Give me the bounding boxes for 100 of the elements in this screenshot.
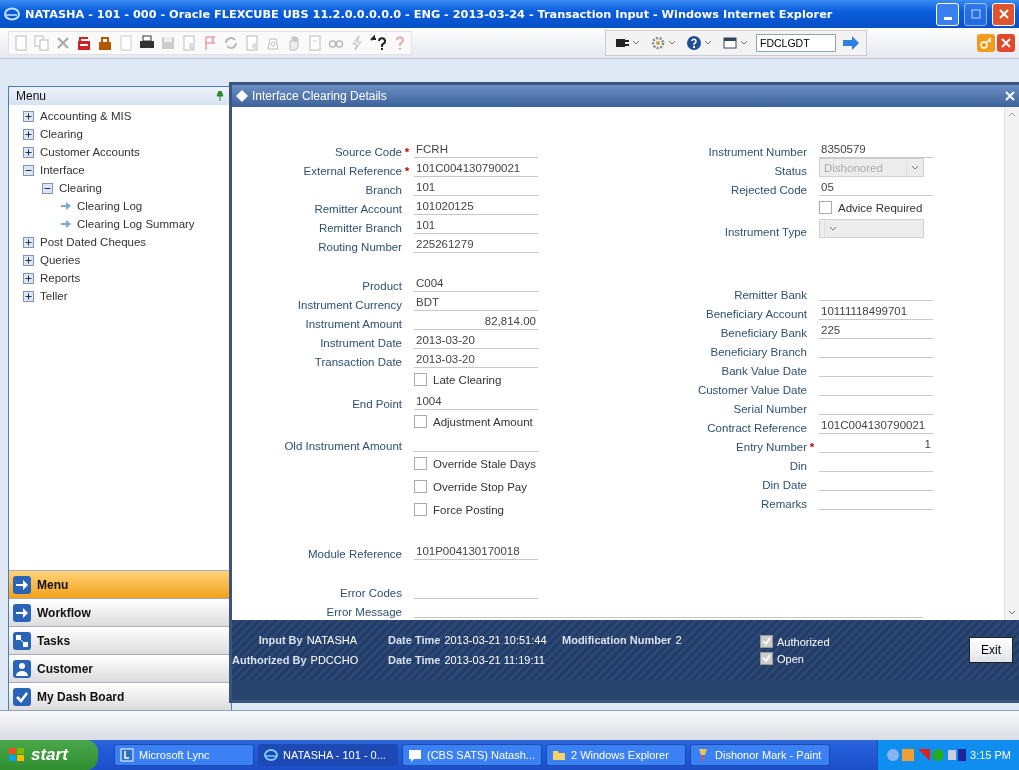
key-icon[interactable]	[977, 34, 995, 52]
input-field[interactable]: FCRH	[414, 140, 538, 158]
start-button[interactable]: start	[0, 740, 98, 770]
input-field[interactable]: 101C004130790021	[819, 416, 933, 434]
input-field[interactable]: 1	[819, 435, 933, 453]
money-bag-icon[interactable]	[265, 35, 281, 51]
checkbox[interactable]	[414, 415, 427, 428]
scroll-up-icon[interactable]	[1008, 111, 1016, 117]
taskbar-button[interactable]: 2 Windows Explorer	[546, 744, 686, 766]
menu-item[interactable]: Accounting & MIS	[40, 110, 132, 122]
checkbox[interactable]	[760, 635, 773, 648]
folder-icon	[552, 748, 566, 762]
input-field[interactable]: 05	[819, 178, 933, 196]
input-field[interactable]: 10111118499701	[819, 302, 933, 320]
lightning-icon[interactable]	[349, 35, 365, 51]
close-icon[interactable]	[1005, 91, 1015, 101]
expand-icon[interactable]	[23, 146, 34, 158]
input-field[interactable]: 101	[414, 216, 538, 234]
checkbox[interactable]	[414, 457, 427, 470]
nav-button[interactable]: My Dash Board	[9, 682, 231, 710]
close-button[interactable]	[992, 2, 1015, 26]
printer-icon[interactable]	[139, 35, 155, 51]
input-field[interactable]: 8350579	[819, 140, 933, 158]
menu-item[interactable]: Clearing Log	[77, 200, 143, 212]
flag-icon[interactable]	[202, 35, 218, 51]
input-field[interactable]: 101P004130170018	[414, 542, 538, 560]
nav-button[interactable]: Tasks	[9, 626, 231, 654]
expand-icon[interactable]	[23, 272, 34, 284]
expand-icon[interactable]	[23, 110, 34, 122]
maximize-button[interactable]	[964, 2, 987, 26]
page-icon[interactable]	[244, 35, 260, 51]
function-id-field[interactable]: FDCLGDT	[756, 34, 836, 52]
tray-icons-drawing[interactable]	[886, 747, 967, 763]
taskbar-button[interactable]: NATASHA - 101 - 0...	[258, 744, 398, 766]
input-field[interactable]: 101	[414, 178, 538, 196]
nav-button[interactable]: Customer	[9, 654, 231, 682]
input-field[interactable]: C004	[414, 274, 538, 292]
field-label: Branch	[364, 184, 402, 196]
menu-item[interactable]: Clearing	[59, 182, 102, 194]
menu-item[interactable]: Post Dated Cheques	[40, 236, 147, 248]
taskbar-button[interactable]: (CBS SATS) Natash...	[402, 744, 542, 766]
go-arrow-icon[interactable]	[842, 36, 860, 50]
field-label: Beneficiary Branch	[709, 346, 807, 358]
expand-icon[interactable]	[23, 290, 34, 302]
expand-icon[interactable]	[23, 236, 34, 248]
help-icon[interactable]	[684, 33, 714, 53]
menu-item[interactable]: Reports	[40, 272, 81, 284]
flag-icon	[8, 747, 26, 763]
menu-item[interactable]: Clearing	[40, 128, 83, 140]
refresh-icon[interactable]	[223, 35, 239, 51]
menu-item[interactable]: Teller	[40, 290, 68, 302]
hand-icon[interactable]	[286, 35, 302, 51]
input-field[interactable]: 2013-03-20	[414, 331, 538, 349]
audit-label: Authorized By	[232, 654, 307, 666]
menu-item[interactable]: Interface	[40, 164, 85, 176]
field-label: Instrument Date	[319, 337, 402, 349]
scroll-down-icon[interactable]	[1008, 610, 1016, 616]
exit-button[interactable]: Exit	[969, 637, 1013, 663]
pin-icon[interactable]	[216, 91, 224, 101]
checkbox[interactable]	[760, 652, 773, 665]
collapse-icon[interactable]	[23, 164, 34, 176]
copy-icon[interactable]	[34, 35, 50, 51]
collapse-icon[interactable]	[42, 182, 53, 194]
checkbox-label: Override Stale Days	[433, 457, 536, 470]
input-field[interactable]: 225	[819, 321, 933, 339]
checkbox[interactable]	[414, 503, 427, 516]
input-field[interactable]: 82,814.00	[414, 312, 538, 330]
page-icon[interactable]	[307, 35, 323, 51]
help-icon[interactable]	[370, 35, 386, 51]
checkbox-label: Authorized	[777, 635, 830, 648]
page-icon[interactable]	[181, 35, 197, 51]
audit-value: NATASHA	[306, 634, 357, 646]
taskbar-button[interactable]: Dishonor Mark - Paint	[690, 744, 830, 766]
minimize-button[interactable]	[936, 2, 959, 26]
expand-icon[interactable]	[23, 254, 34, 266]
field-label: Beneficiary Bank	[719, 327, 807, 339]
scrollbar[interactable]	[1004, 107, 1019, 620]
close-icon[interactable]	[997, 34, 1015, 52]
clock: 3:15 PM	[970, 749, 1011, 761]
delete-icon[interactable]	[55, 35, 71, 51]
menu-item[interactable]: Customer Accounts	[40, 146, 140, 158]
checkbox[interactable]	[414, 373, 427, 386]
input-field[interactable]: BDT	[414, 293, 538, 311]
checkbox[interactable]	[819, 201, 832, 214]
input-field[interactable]: 101C004130790021	[414, 159, 538, 177]
menu-item[interactable]: Queries	[40, 254, 81, 266]
save-icon[interactable]	[160, 35, 176, 51]
checkbox[interactable]	[414, 480, 427, 493]
nav-button[interactable]: Workflow	[9, 598, 231, 626]
input-field[interactable]: 225261279	[414, 235, 538, 253]
lock-icon[interactable]	[97, 35, 113, 51]
input-field[interactable]: 1004	[414, 392, 538, 410]
taskbar-button[interactable]: Microsoft Lync	[114, 744, 254, 766]
menu-item[interactable]: Clearing Log Summary	[77, 218, 195, 230]
nav-button[interactable]: Menu	[9, 570, 231, 598]
expand-icon[interactable]	[23, 128, 34, 140]
page-icon[interactable]	[118, 35, 134, 51]
input-field[interactable]: 2013-03-20	[414, 350, 538, 368]
page-icon[interactable]	[13, 35, 29, 51]
input-field[interactable]: 101020125	[414, 197, 538, 215]
